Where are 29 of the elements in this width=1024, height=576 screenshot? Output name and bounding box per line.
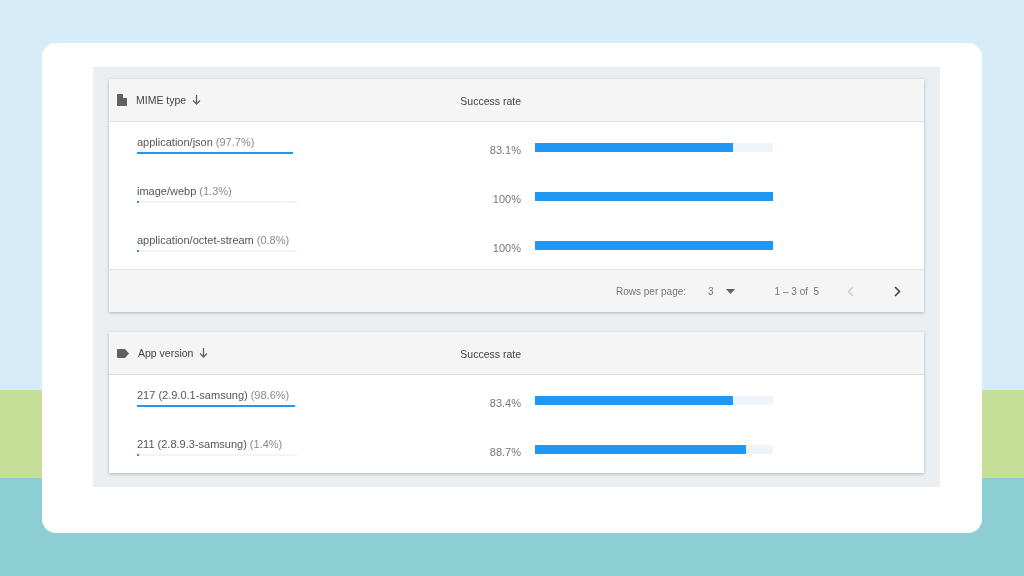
column-header: Success rate [460,348,521,360]
file-icon [117,94,127,106]
success-rate: 83.1% [489,143,521,156]
page-range: 1 – 3 of 5 [774,285,820,297]
row-name: application/json [137,135,213,148]
success-rate: 100% [492,192,521,205]
column-header[interactable]: App version [138,347,194,359]
share-percent: (1.4%) [249,437,283,450]
row-name: 217 (2.9.0.1-samsung) [137,388,248,401]
share-percent: (1.3%) [199,184,232,197]
row-name: application/octet-stream [137,233,254,246]
success-rate: 88.7% [489,445,521,458]
share-percent: (97.7%) [215,135,255,148]
rows-per-page-select[interactable]: 3 [708,285,735,297]
sort-arrow-icon[interactable] [192,95,202,105]
column-header[interactable]: MIME type [136,94,187,106]
row-name: image/webp [137,184,197,197]
row-name: 211 (2.8.9.3-samsung) [137,437,247,450]
sort-arrow-icon[interactable] [199,348,209,358]
share-percent: (0.8%) [256,233,290,246]
chevron-right-icon [894,285,902,297]
rows-per-page-label: Rows per page: [616,285,687,297]
column-header: Success rate [460,95,521,107]
share-percent: (98.6%) [250,388,290,401]
label-icon [117,348,129,358]
success-rate: 83.4% [489,396,521,409]
dropdown-caret-icon [725,288,735,294]
success-rate: 100% [492,241,521,254]
chevron-left-icon [847,285,855,297]
